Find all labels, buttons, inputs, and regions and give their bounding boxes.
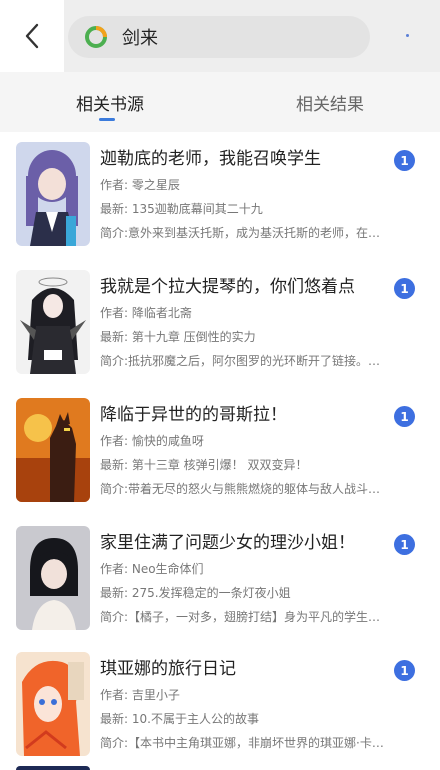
app-logo-icon	[85, 26, 107, 48]
book-author: 作者: Neo生命体们	[100, 562, 204, 576]
list-item[interactable]: 迦勒底的老师，我能召唤学生 作者: 零之星辰 最新: 135迦勒底幕间其二十九 …	[0, 132, 440, 257]
back-button[interactable]	[0, 0, 64, 72]
tab-active-indicator	[99, 118, 115, 121]
book-latest-chapter: 最新: 第十九章 压倒性的实力	[100, 330, 256, 344]
source-count-badge: 1	[394, 150, 415, 171]
source-count-badge: 1	[394, 278, 415, 299]
book-intro: 简介:抵抗邪魔之后，阿尔图罗的光环断开了链接。…	[100, 354, 381, 368]
book-cover	[16, 270, 90, 374]
book-author: 作者: 零之星辰	[100, 178, 180, 192]
search-area: 剑来	[64, 0, 440, 72]
book-cover	[16, 398, 90, 502]
source-count-badge: 1	[394, 406, 415, 427]
book-intro: 简介:【橘子，一对多，翅膀打结】身为平凡的学生…	[100, 610, 381, 624]
book-intro: 简介:意外来到基沃托斯，成为基沃托斯的老师，在…	[100, 226, 381, 240]
book-latest-chapter: 最新: 第十三章 核弹引爆！ 双双变异！	[100, 458, 308, 472]
top-bar: 剑来	[0, 0, 440, 72]
book-title: 迦勒底的老师，我能召唤学生	[100, 149, 321, 169]
book-title: 琪亚娜的旅行日记	[100, 659, 236, 679]
book-cover	[16, 652, 90, 756]
book-cover	[16, 526, 90, 630]
list-item[interactable]: 琪亚娜的旅行日记 作者: 吉里小子 最新: 10.不属于主人公的故事 简介:【本…	[0, 642, 440, 767]
book-title: 家里住满了问题少女的理沙小姐！	[100, 533, 355, 553]
tab-related-sources[interactable]: 相关书源	[0, 72, 220, 132]
book-title: 降临于异世的的哥斯拉！	[100, 405, 287, 425]
list-item[interactable]: 降临于异世的的哥斯拉！ 作者: 愉快的咸鱼呀 最新: 第十三章 核弹引爆！ 双双…	[0, 388, 440, 513]
source-count-badge: 1	[394, 660, 415, 681]
overflow-dot	[406, 34, 409, 37]
book-latest-chapter: 最新: 275.发挥稳定的一条灯夜小姐	[100, 586, 291, 600]
source-count-badge: 1	[394, 534, 415, 555]
list-item-partial[interactable]	[0, 766, 440, 770]
list-item[interactable]: 我就是个拉大提琴的，你们悠着点 作者: 降临者北斋 最新: 第十九章 压倒性的实…	[0, 260, 440, 385]
book-list: 迦勒底的老师，我能召唤学生 作者: 零之星辰 最新: 135迦勒底幕间其二十九 …	[0, 132, 440, 770]
book-author: 作者: 降临者北斋	[100, 306, 192, 320]
chevron-left-icon	[25, 23, 39, 49]
tab-related-results[interactable]: 相关结果	[220, 72, 440, 132]
book-latest-chapter: 最新: 135迦勒底幕间其二十九	[100, 202, 263, 216]
book-cover	[16, 142, 90, 246]
book-author: 作者: 愉快的咸鱼呀	[100, 434, 204, 448]
book-cover	[16, 766, 90, 770]
list-item[interactable]: 家里住满了问题少女的理沙小姐！ 作者: Neo生命体们 最新: 275.发挥稳定…	[0, 516, 440, 641]
book-intro: 简介:带着无尽的怒火与熊熊燃烧的躯体与敌人战斗…	[100, 482, 381, 496]
book-author: 作者: 吉里小子	[100, 688, 180, 702]
book-intro: 简介:【本书中主角琪亚娜，非崩坏世界的琪亚娜·卡…	[100, 736, 384, 750]
book-latest-chapter: 最新: 10.不属于主人公的故事	[100, 712, 259, 726]
search-input[interactable]: 剑来	[68, 16, 370, 58]
search-query: 剑来	[122, 28, 158, 49]
book-title: 我就是个拉大提琴的，你们悠着点	[100, 277, 355, 297]
tab-bar: 相关书源 相关结果	[0, 72, 440, 132]
